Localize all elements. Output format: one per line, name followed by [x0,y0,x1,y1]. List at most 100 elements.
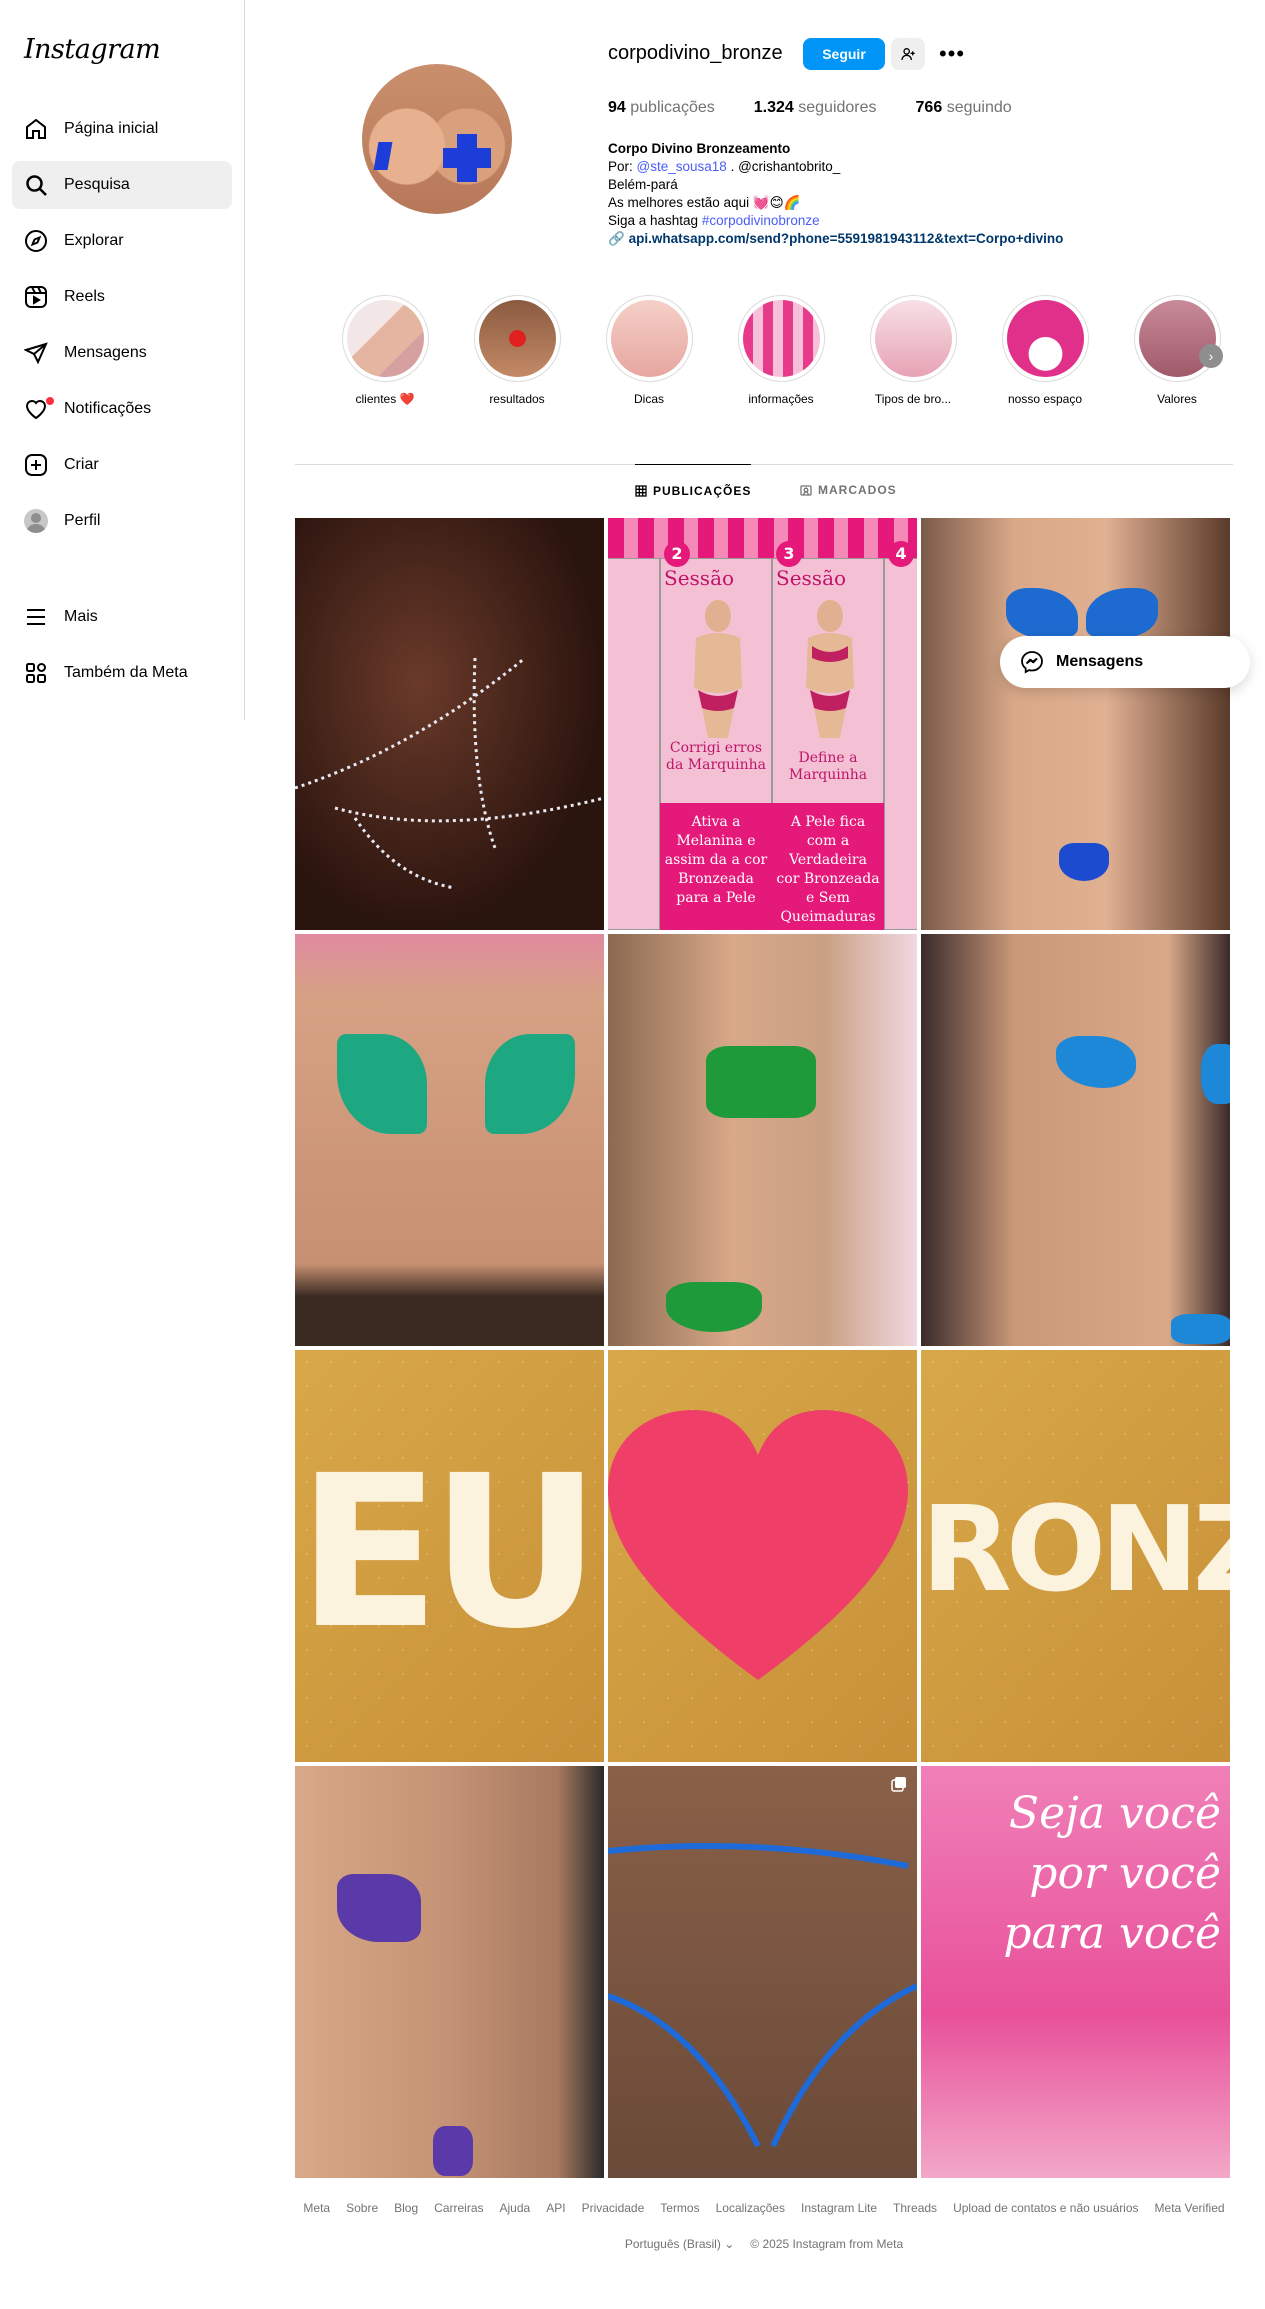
session-step: Corrigi erros da Marquinha [666,740,766,773]
session-desc: A Pele fica com a Verdadeira cor Bronzea… [776,814,880,925]
sidebar-item-explore[interactable]: Explorar [12,217,232,265]
footer-link[interactable]: Upload de contatos e não usuários [953,2201,1138,2215]
body-chain-graphic [295,656,604,890]
highlight-item[interactable]: nosso espaço [990,295,1100,406]
post-thumbnail[interactable] [608,934,917,1346]
floating-messages-button[interactable]: Mensagens [1000,636,1250,688]
post-thumbnail[interactable]: RONZ [921,1350,1230,1762]
footer-link[interactable]: Instagram Lite [801,2201,877,2215]
tape-decoration [1006,588,1078,638]
footer-link[interactable]: Termos [660,2201,699,2215]
tape-decoration [1056,1036,1136,1088]
highlight-ring [869,295,957,382]
bio-text: Siga a hashtag [608,213,699,228]
highlights-next-button[interactable]: › [1199,344,1223,368]
bio-text: Por: [608,159,633,174]
sidebar-item-more[interactable]: Mais [12,593,232,641]
sidebar-item-search[interactable]: Pesquisa [12,161,232,209]
story-highlights: clientes ❤️ resultados Dicas informações… [330,295,1230,415]
following-stat[interactable]: 766 seguindo [916,99,1012,117]
profile-bio: Corpo Divino Bronzeamento Por: @ste_sous… [608,140,1128,248]
post-thumbnail[interactable] [295,1766,604,2178]
posts-stat[interactable]: 94 publicações [608,99,715,117]
profile-tabs: PUBLICAÇÕES MARCADOS [295,464,1233,516]
followers-count: 1.324 [753,99,794,116]
post-thumbnail[interactable] [295,934,604,1346]
footer-link[interactable]: Blog [394,2201,418,2215]
sidebar-item-home[interactable]: Página inicial [12,105,232,153]
more-options-button[interactable]: ••• [938,41,966,66]
footer-link[interactable]: Privacidade [582,2201,645,2215]
highlight-item[interactable]: informações [726,295,836,406]
profile-display-name: Corpo Divino Bronzeamento [608,141,791,156]
tape-decoration [1059,843,1109,881]
footer-link[interactable]: API [546,2201,565,2215]
tab-posts[interactable]: PUBLICAÇÕES [635,464,752,516]
bio-link[interactable]: 🔗 api.whatsapp.com/send?phone=5591981943… [608,230,1128,248]
bio-line: Belém-pará [608,177,678,192]
footer-link[interactable]: Sobre [346,2201,378,2215]
footer-link[interactable]: Meta [303,2201,330,2215]
ellipsis-icon: ••• [938,41,966,66]
highlight-thumbnail [874,300,952,377]
instagram-logo[interactable]: Instagram [24,34,161,65]
post-thumbnail[interactable] [921,518,1230,930]
sidebar-item-label: Mensagens [64,344,147,361]
mention-link[interactable]: @ste_sousa18 [637,159,727,174]
session-desc: Ativa a Melanina e assim da a cor Bronze… [664,814,768,906]
footer-link[interactable]: Threads [893,2201,937,2215]
sidebar-item-also-from-meta[interactable]: Também da Meta [12,649,232,697]
chevron-down-icon: ⌄ [724,2237,735,2251]
sidebar-item-messages[interactable]: Mensagens [12,329,232,377]
sidebar-item-label: Mais [64,608,98,625]
tab-tagged[interactable]: MARCADOS [800,464,897,516]
post-thumbnail[interactable]: 2 3 4 Sessão Sessão Corrigi erros da Mar… [608,518,917,930]
language-selector[interactable]: Português (Brasil) ⌄ [625,2237,734,2251]
hashtag-link[interactable]: #corpodivinobronze [702,213,820,228]
post-thumbnail[interactable] [921,934,1230,1346]
search-icon [26,175,47,196]
bio-line: Siga a hashtag #corpodivinobronze [608,212,1128,230]
grid-icon [635,484,647,497]
sidebar-item-create[interactable]: Criar [12,441,232,489]
heart-icon [25,400,47,420]
posts-count: 94 [608,99,626,116]
session-title: Sessão [776,566,847,590]
tape-decoration [666,1282,762,1332]
heart-icon [608,1410,908,1680]
tape-decoration [1086,588,1158,638]
highlight-label: informações [748,392,814,406]
footer-link[interactable]: Carreiras [434,2201,483,2215]
carousel-icon [891,1777,906,1792]
footer-link[interactable]: Meta Verified [1155,2201,1225,2215]
sidebar-item-label: Pesquisa [64,176,130,193]
sidebar-item-reels[interactable]: Reels [12,273,232,321]
avatar-decoration [373,142,393,170]
sidebar-item-profile[interactable]: Perfil [12,497,232,545]
post-thumbnail[interactable] [295,518,604,930]
highlight-ring [1001,295,1089,382]
highlight-item[interactable]: clientes ❤️ [330,295,440,406]
suggested-accounts-button[interactable] [891,38,925,70]
bio-link-text[interactable]: api.whatsapp.com/send?phone=559198194311… [629,231,1064,246]
post-thumbnail[interactable] [608,1350,917,1762]
post-thumbnail[interactable]: EU [295,1350,604,1762]
footer-link[interactable]: Ajuda [500,2201,531,2215]
footer: Meta Sobre Blog Carreiras Ajuda API Priv… [295,2201,1233,2251]
highlight-item[interactable]: Dicas [594,295,704,406]
post-overlay-text: EU [297,1430,601,1675]
sidebar-item-notifications[interactable]: Notificações [12,385,232,433]
highlight-item[interactable]: resultados [462,295,572,406]
menu-icon [27,609,45,625]
tape-decoration [485,1034,575,1134]
follow-button[interactable]: Seguir [803,38,885,70]
avatar [24,509,48,533]
followers-stat[interactable]: 1.324 seguidores [754,99,877,117]
add-person-icon [901,48,915,61]
post-thumbnail[interactable]: Seja você por você para você [921,1766,1230,2178]
footer-link[interactable]: Localizações [716,2201,785,2215]
tape-decoration [337,1874,421,1942]
profile-avatar[interactable] [362,64,512,214]
highlight-item[interactable]: Tipos de bro... [858,295,968,406]
post-thumbnail[interactable] [608,1766,917,2178]
